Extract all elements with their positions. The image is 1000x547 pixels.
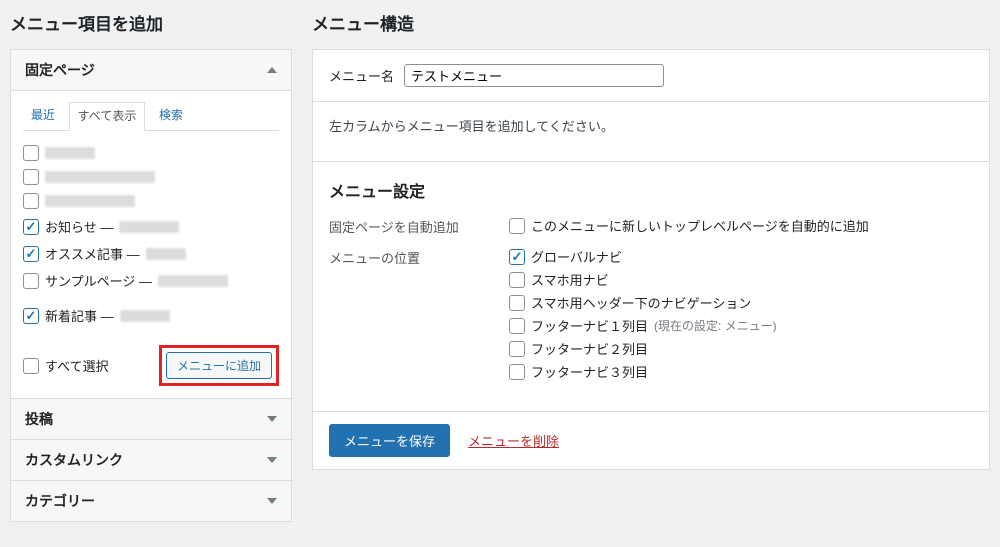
add-to-menu-button[interactable]: メニューに追加 (166, 352, 272, 379)
blurred-text (120, 310, 170, 322)
add-menu-items-heading: メニュー項目を追加 (10, 10, 292, 35)
panel-fixed-pages-label: 固定ページ (25, 60, 95, 80)
item-label: オススメ記事 — (45, 244, 140, 263)
checkbox[interactable] (23, 193, 39, 209)
blurred-text (119, 221, 179, 233)
tab-all[interactable]: すべて表示 (69, 102, 146, 131)
checkbox[interactable] (23, 219, 39, 235)
panel-fixed-pages[interactable]: 固定ページ (11, 50, 291, 91)
chevron-down-icon (267, 498, 277, 504)
menu-name-input[interactable] (404, 64, 664, 87)
list-item[interactable] (23, 165, 279, 189)
menu-location-label: メニューの位置 (329, 247, 489, 267)
panel-custom-links[interactable]: カスタムリンク (11, 440, 291, 481)
panel-fixed-pages-body: 最近 すべて表示 検索 (11, 91, 291, 399)
blurred-text (146, 248, 186, 260)
location-sp-header-label: スマホ用ヘッダー下のナビゲーション (531, 293, 751, 312)
select-all-label[interactable]: すべて選択 (45, 356, 109, 375)
panel-categories[interactable]: カテゴリー (11, 481, 291, 521)
menu-name-label: メニュー名 (329, 66, 394, 85)
blurred-text (45, 195, 135, 207)
location-sp-header-checkbox[interactable] (509, 295, 525, 311)
delete-menu-link[interactable]: メニューを削除 (468, 431, 559, 450)
page-list: お知らせ — オススメ記事 — サンプルページ — (23, 137, 279, 335)
location-footer2-checkbox[interactable] (509, 341, 525, 357)
item-label: お知らせ — (45, 217, 113, 236)
checkbox[interactable] (23, 273, 39, 289)
checkbox[interactable] (23, 145, 39, 161)
location-sp-checkbox[interactable] (509, 272, 525, 288)
list-item[interactable] (23, 141, 279, 165)
list-item[interactable]: お知らせ — (23, 213, 279, 240)
location-global-checkbox[interactable] (509, 249, 525, 265)
menu-structure-panel: メニュー名 左カラムからメニュー項目を追加してください。 メニュー設定 固定ペー… (312, 49, 990, 470)
location-footer3-label: フッターナビ３列目 (531, 362, 648, 381)
highlight-box: メニューに追加 (159, 345, 279, 386)
location-footer1-label: フッターナビ１列目 (531, 316, 648, 335)
page-filter-tabs: 最近 すべて表示 検索 (23, 101, 279, 131)
panel-posts-label: 投稿 (25, 409, 53, 429)
instruction-text: 左カラムからメニュー項目を追加してください。 (313, 102, 989, 162)
tab-search[interactable]: 検索 (151, 102, 191, 129)
location-global-label: グローバルナビ (531, 247, 622, 266)
item-label: サンプルページ — (45, 271, 152, 290)
select-all-checkbox[interactable] (23, 358, 39, 374)
chevron-down-icon (267, 416, 277, 422)
item-label: 新着記事 — (45, 306, 114, 325)
chevron-down-icon (267, 457, 277, 463)
blurred-text (158, 275, 228, 287)
panel-categories-label: カテゴリー (25, 491, 95, 511)
auto-add-option-label: このメニューに新しいトップレベルページを自動的に追加 (531, 216, 869, 235)
location-footer2-label: フッターナビ２列目 (531, 339, 648, 358)
menu-items-accordion: 固定ページ 最近 すべて表示 検索 (10, 49, 292, 522)
tab-recent[interactable]: 最近 (23, 102, 63, 129)
save-menu-button[interactable]: メニューを保存 (329, 424, 450, 457)
list-item[interactable]: オススメ記事 — (23, 240, 279, 267)
blurred-text (45, 147, 95, 159)
list-item[interactable] (23, 189, 279, 213)
list-item[interactable]: サンプルページ — (23, 267, 279, 294)
blurred-text (45, 171, 155, 183)
checkbox[interactable] (23, 308, 39, 324)
chevron-up-icon (267, 67, 277, 73)
location-footer1-hint: (現在の設定: メニュー) (654, 317, 777, 334)
panel-custom-links-label: カスタムリンク (25, 450, 123, 470)
auto-add-checkbox[interactable] (509, 218, 525, 234)
location-sp-label: スマホ用ナビ (531, 270, 609, 289)
location-footer1-checkbox[interactable] (509, 318, 525, 334)
auto-add-label: 固定ページを自動追加 (329, 216, 489, 236)
location-footer3-checkbox[interactable] (509, 364, 525, 380)
checkbox[interactable] (23, 246, 39, 262)
menu-settings-heading: メニュー設定 (329, 178, 973, 202)
panel-posts[interactable]: 投稿 (11, 399, 291, 440)
checkbox[interactable] (23, 169, 39, 185)
menu-structure-heading: メニュー構造 (312, 10, 990, 35)
menu-settings: メニュー設定 固定ページを自動追加 このメニューに新しいトップレベルページを自動… (313, 162, 989, 412)
list-item[interactable]: 新着記事 — (23, 302, 279, 329)
